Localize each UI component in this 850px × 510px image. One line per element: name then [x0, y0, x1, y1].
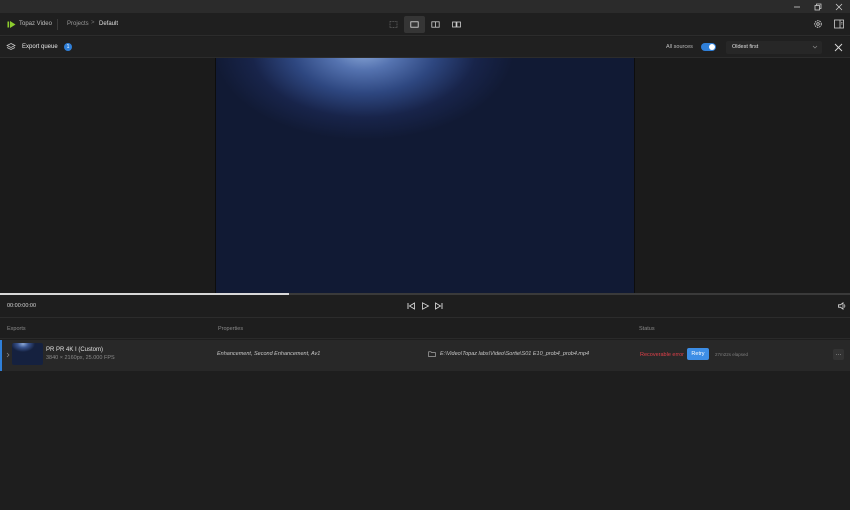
chevron-right-icon[interactable] [5, 351, 11, 359]
export-row[interactable]: PR PR 4K I (Custom) 3840 × 2160px, 25.00… [0, 340, 850, 371]
column-header-properties: Properties [218, 326, 244, 332]
elapsed-time: 27m22s elapsed [715, 352, 749, 357]
close-queue-icon[interactable] [833, 42, 844, 53]
play-icon[interactable] [420, 301, 430, 311]
chevron-down-icon [812, 45, 818, 49]
app-header: Topaz Video Projects > Default [0, 13, 850, 36]
side-by-side-button[interactable] [425, 16, 446, 33]
preview-area [0, 58, 850, 295]
transport-bar: 00:00:00:00 [0, 295, 850, 318]
preview-view-icon [410, 21, 419, 28]
exports-table-header: Exports Properties Status [0, 318, 850, 339]
export-resolution: 3840 × 2160px, 25.000 FPS [46, 355, 115, 361]
exports-list-empty-area [0, 372, 850, 510]
more-options-button[interactable]: ··· [833, 349, 844, 360]
video-preview[interactable] [215, 58, 635, 294]
all-sources-toggle[interactable] [701, 43, 716, 51]
single-view-button[interactable] [383, 16, 404, 33]
timecode: 00:00:00:00 [7, 303, 37, 309]
export-name: PR PR 4K I (Custom) [46, 347, 104, 353]
layers-icon [6, 43, 16, 50]
compare-view-icon [452, 21, 461, 28]
preview-view-button[interactable] [404, 16, 425, 33]
window-close-icon[interactable] [828, 0, 850, 13]
volume-icon[interactable] [837, 301, 847, 311]
queue-count-badge: 1 [64, 43, 72, 51]
toggle-panel-icon[interactable] [833, 18, 845, 30]
export-thumbnail [12, 343, 43, 365]
export-properties: Enhancement, Second Enhancement, Av1 [217, 351, 321, 357]
breadcrumb-projects[interactable]: Projects [67, 21, 89, 27]
step-forward-icon[interactable] [434, 301, 444, 311]
all-sources-label: All sources [666, 44, 693, 50]
single-view-icon [389, 21, 398, 28]
step-back-icon[interactable] [406, 301, 416, 311]
compare-view-button[interactable] [446, 16, 467, 33]
breadcrumb-separator: > [91, 20, 95, 26]
export-output-path[interactable]: E:\Video\Topaz labs\Video\Sortie\S01 E10… [440, 351, 589, 357]
breadcrumb-current: Default [99, 21, 119, 27]
settings-icon[interactable] [812, 18, 824, 30]
app-name: Topaz Video [19, 21, 52, 27]
export-queue-bar: Export queue 1 All sources Oldest first [0, 37, 850, 58]
column-header-status: Status [639, 326, 655, 332]
sort-order-value: Oldest first [732, 44, 759, 50]
minimize-icon[interactable] [786, 0, 808, 13]
window-titlebar [0, 0, 850, 13]
column-header-exports: Exports [7, 326, 26, 332]
folder-icon[interactable] [428, 350, 436, 358]
restore-icon[interactable] [807, 0, 829, 13]
topaz-logo-icon [7, 21, 16, 28]
side-by-side-icon [431, 21, 440, 28]
header-divider [57, 19, 58, 30]
sort-order-select[interactable]: Oldest first [726, 41, 822, 54]
export-queue-title: Export queue [22, 44, 58, 50]
retry-button[interactable]: Retry [687, 348, 709, 360]
export-status-error: Recoverable error [640, 352, 685, 358]
